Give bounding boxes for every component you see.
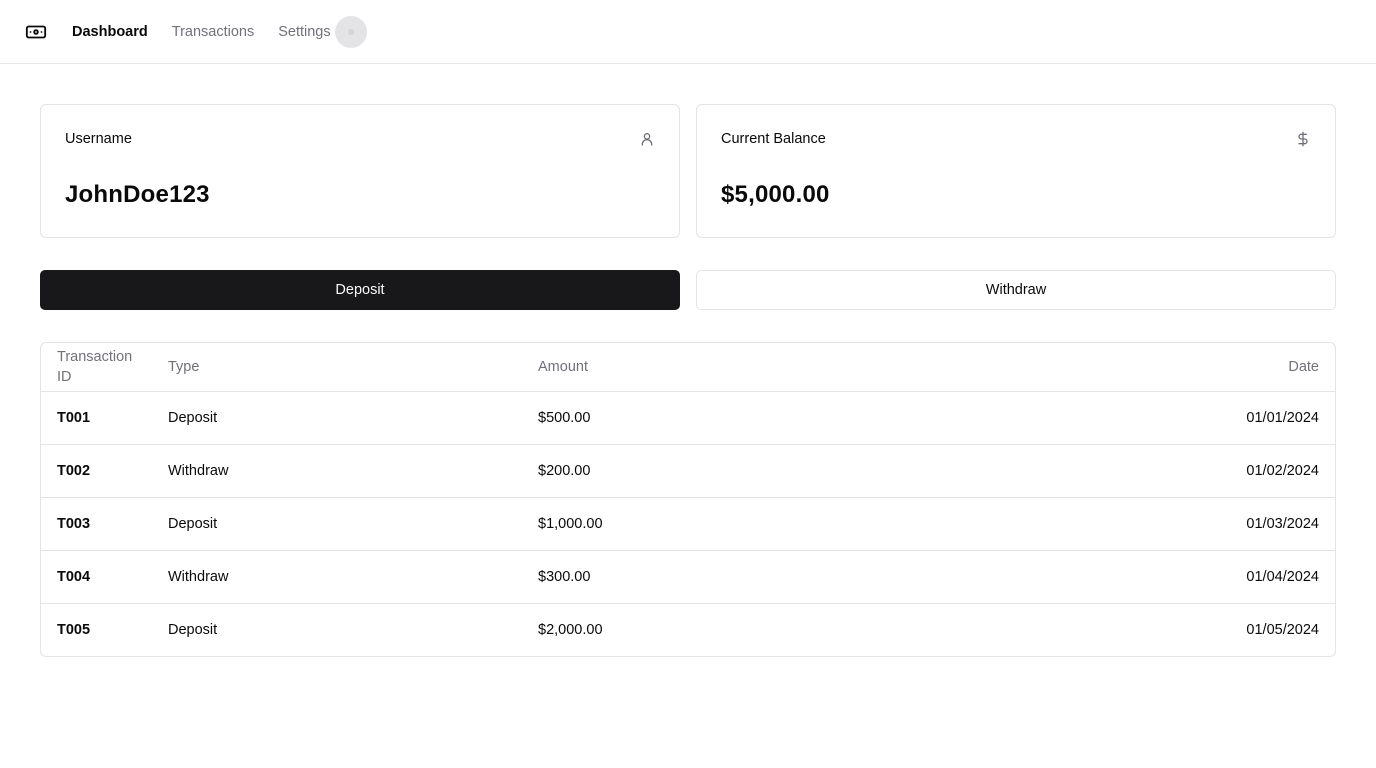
transactions-table: Transaction ID Type Amount Date T001 Dep… xyxy=(40,342,1336,657)
cell-amount: $1,000.00 xyxy=(522,497,913,551)
table-row[interactable]: T003 Deposit $1,000.00 01/03/2024 xyxy=(41,497,1335,551)
cell-type: Deposit xyxy=(168,621,218,638)
cell-amount: $500.00 xyxy=(522,391,913,445)
cell-date: 01/04/2024 xyxy=(912,550,1335,604)
cell-amount: $300.00 xyxy=(522,550,913,604)
nav-link-dashboard[interactable]: Dashboard xyxy=(72,24,148,40)
cell-amount: $200.00 xyxy=(522,444,913,498)
cell-transaction-id: T001 xyxy=(41,391,152,445)
header-date: Date xyxy=(912,343,1335,392)
deposit-button[interactable]: Deposit xyxy=(40,270,680,310)
summary-cards: Username JohnDoe123 Current Balance $5,0… xyxy=(40,104,1336,238)
balance-label: Current Balance xyxy=(721,131,826,147)
header-transaction-id: Transaction ID xyxy=(41,343,152,392)
cell-date: 01/01/2024 xyxy=(912,391,1335,445)
header-type: Type xyxy=(152,343,522,392)
cell-transaction-id: T003 xyxy=(41,497,152,551)
balance-card: Current Balance $5,000.00 xyxy=(696,104,1336,238)
table-row[interactable]: T005 Deposit $2,000.00 01/05/2024 xyxy=(41,603,1335,656)
cell-type: Withdraw xyxy=(152,550,522,604)
cell-type: Deposit xyxy=(152,497,522,551)
nav-link-transactions[interactable]: Transactions xyxy=(172,24,254,40)
table-row[interactable]: T002 Withdraw $200.00 01/02/2024 xyxy=(41,444,1335,498)
avatar-placeholder xyxy=(347,28,354,35)
balance-value: $5,000.00 xyxy=(721,181,830,208)
cell-date: 01/03/2024 xyxy=(912,497,1335,551)
table-header-row: Transaction ID Type Amount Date xyxy=(41,343,1335,392)
cell-type: Withdraw xyxy=(152,444,522,498)
action-buttons: Deposit Withdraw xyxy=(40,270,1336,310)
user-icon xyxy=(639,131,655,147)
cell-transaction-id: T005 xyxy=(57,621,91,638)
username-label: Username xyxy=(65,131,132,147)
nav-link-settings[interactable]: Settings xyxy=(278,24,330,40)
cell-transaction-id: T002 xyxy=(41,444,152,498)
table-row[interactable]: T001 Deposit $500.00 01/01/2024 xyxy=(41,391,1335,445)
dashboard-main: Username JohnDoe123 Current Balance $5,0… xyxy=(0,64,1376,657)
table-row[interactable]: T004 Withdraw $300.00 01/04/2024 xyxy=(41,550,1335,604)
banknote-icon[interactable] xyxy=(24,20,48,44)
cell-date: 01/05/2024 xyxy=(1246,621,1319,638)
cell-amount: $2,000.00 xyxy=(538,621,603,638)
dollar-icon xyxy=(1295,131,1311,147)
top-navbar: Dashboard Transactions Settings xyxy=(0,0,1376,64)
avatar[interactable] xyxy=(334,15,367,48)
header-amount: Amount xyxy=(522,343,913,392)
cell-date: 01/02/2024 xyxy=(912,444,1335,498)
withdraw-button[interactable]: Withdraw xyxy=(696,270,1336,310)
username-card: Username JohnDoe123 xyxy=(40,104,680,238)
cell-transaction-id: T004 xyxy=(41,550,152,604)
cell-type: Deposit xyxy=(152,391,522,445)
username-value: JohnDoe123 xyxy=(65,181,210,208)
